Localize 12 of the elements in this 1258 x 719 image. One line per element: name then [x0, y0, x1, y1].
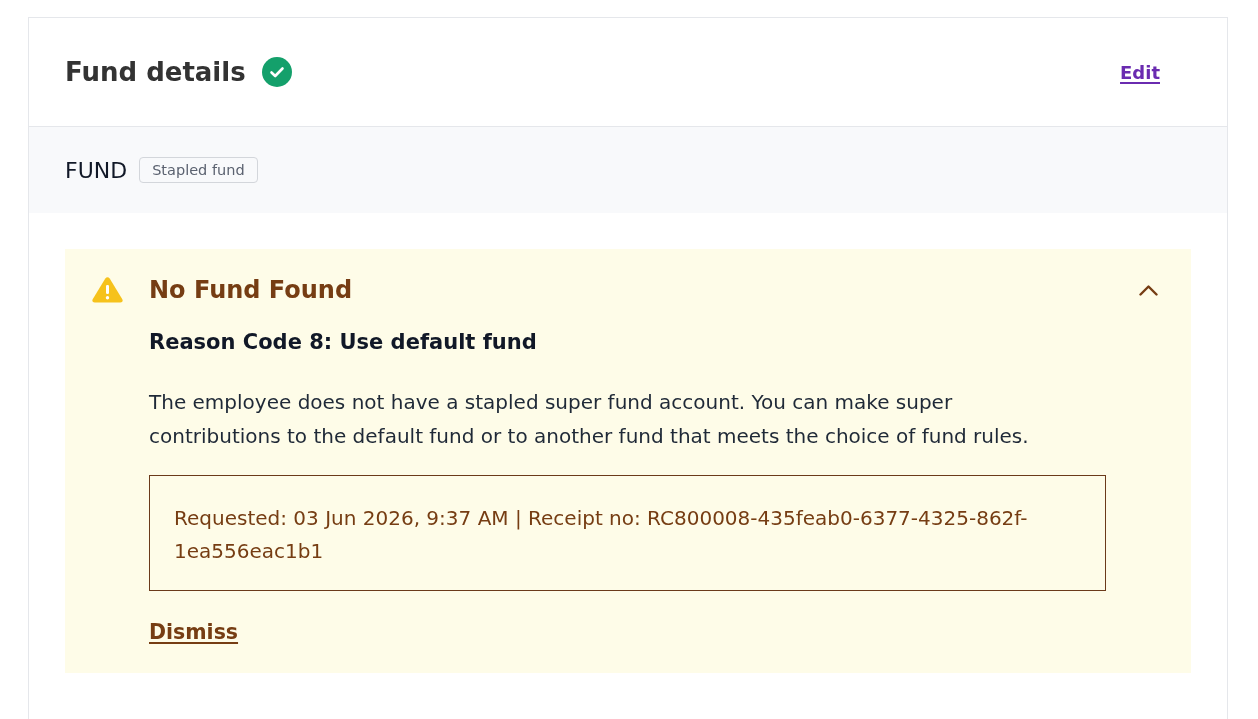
collapse-toggle[interactable]	[1139, 284, 1158, 296]
card-title: Fund details	[65, 56, 246, 89]
edit-link[interactable]: Edit	[1120, 61, 1160, 83]
fund-type-tag: Stapled fund	[139, 157, 258, 183]
reason-code-heading: Reason Code 8: Use default fund	[149, 329, 537, 356]
receipt-details: Requested: 03 Jun 2026, 9:37 AM | Receipt no: RC800008-435feab0-6377-4325-862f-1ea556eac1b1	[149, 475, 1106, 591]
alert-title: No Fund Found	[149, 275, 353, 306]
fund-label: FUND	[65, 157, 128, 183]
dismiss-link[interactable]: Dismiss	[149, 617, 239, 647]
warning-icon	[92, 277, 123, 303]
chevron-up-icon	[1139, 284, 1158, 296]
alert-message: The employee does not have a stapled super fund account. You can make super contributions to the default fund or to another fund that meets the choice of fund rules.	[149, 389, 1030, 450]
